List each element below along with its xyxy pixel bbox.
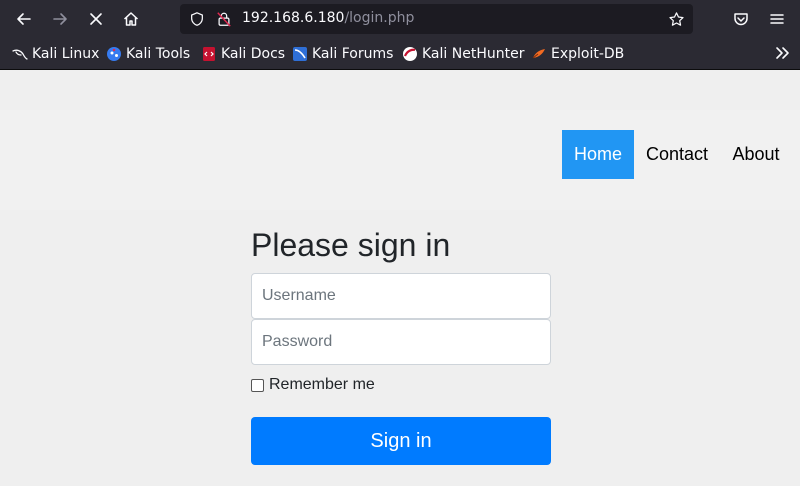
remember-me-label: Remember me [269,376,375,393]
forward-arrow-icon [53,13,67,25]
login-form: Please sign in Remember me Sign in [251,226,551,465]
kali-tools-icon [106,46,122,62]
home-button[interactable] [117,5,145,33]
url-path: /login.php [344,10,415,26]
bookmark-kali-docs[interactable]: Kali Docs [201,44,285,64]
bookmark-label: Kali Docs [221,46,286,62]
nav-about-link[interactable]: About [720,130,792,179]
url-host: 192.168.6.180 [242,10,345,26]
page-content: Home Contact About Please sign in Rememb… [0,70,800,486]
menu-button[interactable] [763,5,791,33]
bookmark-star-icon[interactable] [667,10,685,28]
bookmark-label: Kali Forums [312,46,394,62]
kali-docs-icon [201,46,217,62]
top-navigation: Home Contact About [0,110,800,210]
kali-dragon-icon [12,46,28,62]
address-bar[interactable]: 192.168.6.180/login.php [180,4,693,34]
hamburger-menu-icon [770,14,784,24]
nav-home-link[interactable]: Home [562,130,634,179]
shield-icon[interactable] [188,10,206,28]
exploit-db-icon [531,46,547,62]
bookmark-exploit-db[interactable]: Exploit-DB [531,44,624,64]
kali-nethunter-icon [402,46,418,62]
stop-button[interactable] [82,5,110,33]
bookmark-kali-nethunter[interactable]: Kali NetHunter [402,44,524,64]
insecure-lock-icon[interactable] [215,10,233,28]
back-arrow-icon [17,13,31,25]
url-text[interactable]: 192.168.6.180/login.php [242,10,414,26]
bookmark-label: Kali Tools [126,46,191,62]
forward-button[interactable] [46,5,74,33]
back-button[interactable] [10,5,38,33]
sign-in-button[interactable]: Sign in [251,417,551,465]
bookmarks-toolbar: Kali Linux Kali Tools Kali Docs Kali For… [0,37,800,70]
nav-contact-link[interactable]: Contact [634,130,720,179]
chevron-double-right-icon[interactable] [772,43,792,63]
bookmark-kali-tools[interactable]: Kali Tools [106,44,190,64]
username-field[interactable] [251,273,551,319]
bookmark-label: Exploit-DB [551,46,625,62]
pocket-icon [734,13,748,26]
bookmark-kali-linux[interactable]: Kali Linux [12,44,99,64]
bookmark-kali-forums[interactable]: Kali Forums [292,44,393,64]
remember-me-option[interactable]: Remember me [251,376,375,394]
pocket-button[interactable] [727,5,755,33]
remember-me-checkbox[interactable] [251,378,264,392]
bookmark-label: Kali NetHunter [422,46,525,62]
bookmark-label: Kali Linux [32,46,100,62]
password-field[interactable] [251,319,551,365]
page-title: Please sign in [251,227,451,263]
close-icon [90,13,102,25]
browser-toolbar: 192.168.6.180/login.php [0,0,800,37]
kali-forums-icon [292,46,308,62]
home-icon [123,12,139,26]
